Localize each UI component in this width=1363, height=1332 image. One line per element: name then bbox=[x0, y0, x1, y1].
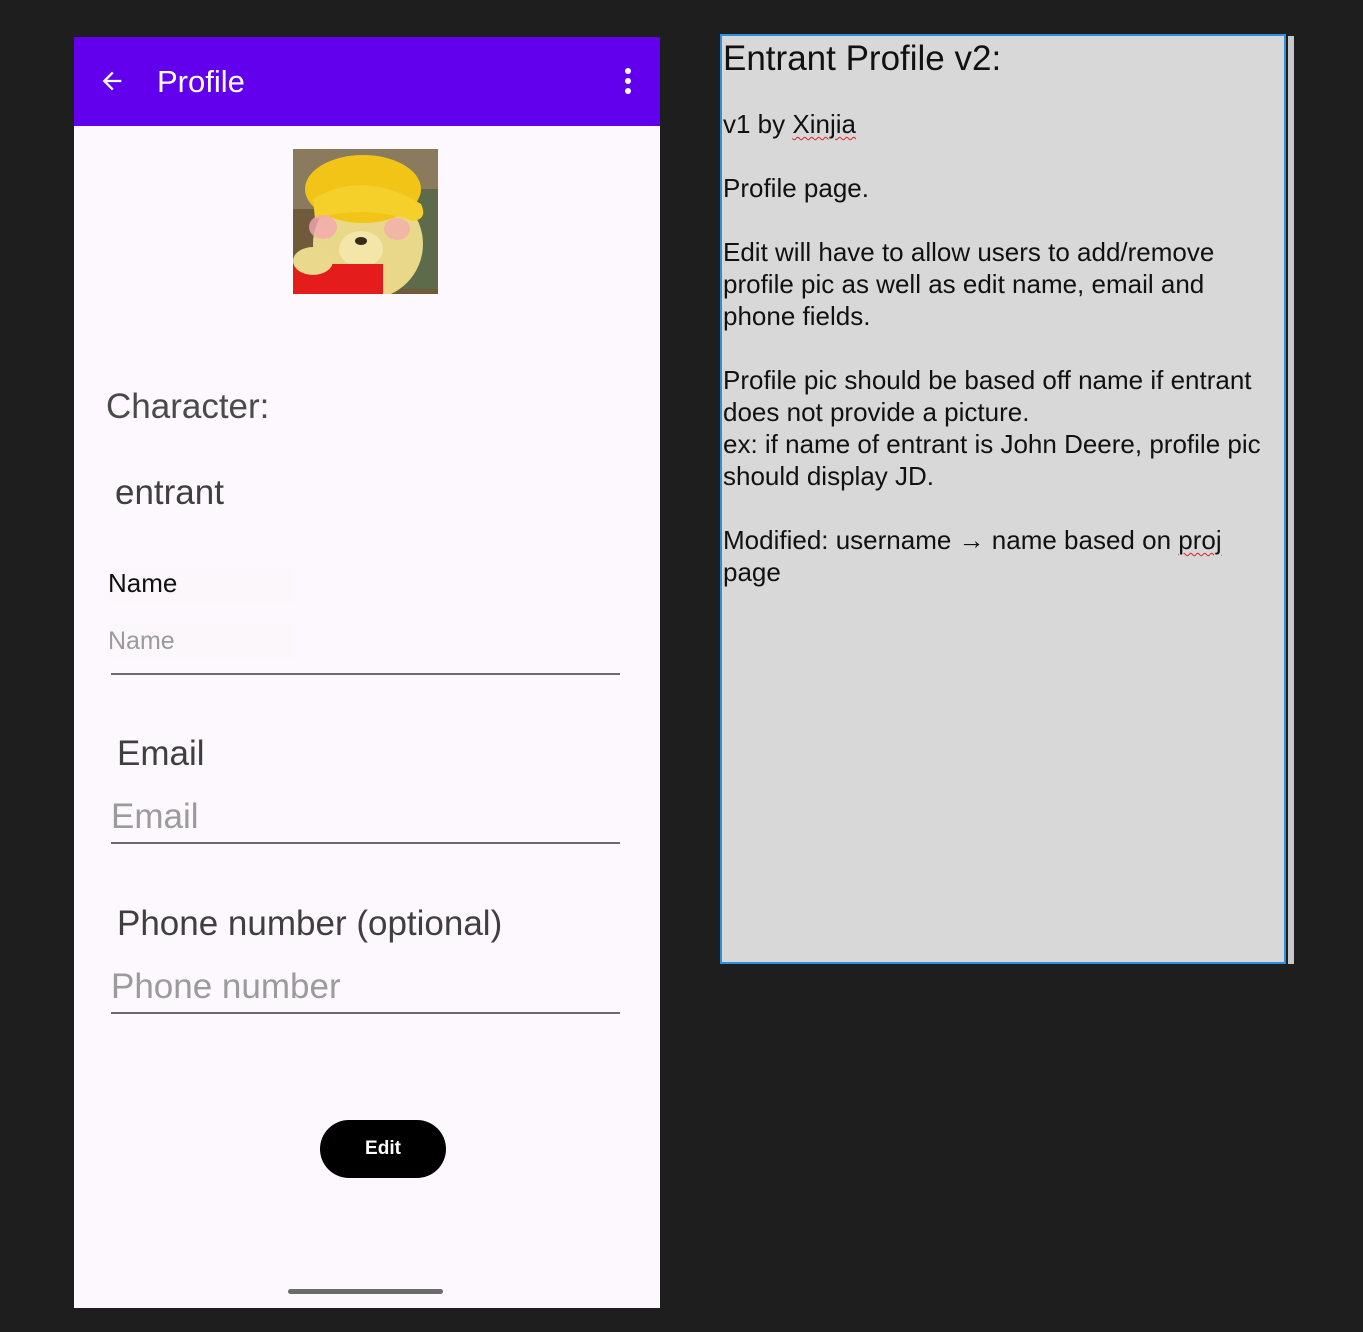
note-title: Entrant Profile v2: bbox=[723, 39, 1002, 78]
email-label: Email bbox=[117, 734, 205, 773]
character-label: Character: bbox=[106, 387, 270, 426]
profile-picture[interactable] bbox=[293, 149, 438, 294]
phone-screen: Profile Character: entrant Name Email Ph… bbox=[74, 37, 660, 1308]
note-modified-word: proj bbox=[1178, 525, 1222, 555]
email-underline bbox=[111, 842, 620, 844]
note-edit-requirement: Edit will have to allow users to add/rem… bbox=[723, 237, 1215, 331]
note-panel[interactable]: Entrant Profile v2: v1 by Xinjia Profile… bbox=[720, 34, 1286, 964]
name-input[interactable] bbox=[108, 623, 294, 659]
note-author: Xinjia bbox=[792, 109, 856, 139]
app-bar: Profile bbox=[74, 37, 660, 126]
note-profile-page: Profile page. bbox=[723, 173, 869, 203]
note-version-line: v1 by Xinjia bbox=[723, 108, 1283, 140]
back-arrow-icon[interactable] bbox=[98, 67, 126, 95]
note-modified-suffix: page bbox=[723, 557, 781, 587]
note-version-prefix: v1 by bbox=[723, 109, 793, 139]
note-modified-line: Modified: username → name based on proj … bbox=[723, 524, 1283, 588]
email-input[interactable] bbox=[111, 794, 616, 840]
note-edge bbox=[1288, 36, 1294, 964]
note-pic-example: ex: if name of entrant is John Deere, pr… bbox=[723, 429, 1261, 491]
note-pic-requirement: Profile pic should be based off name if … bbox=[723, 365, 1252, 427]
name-label: Name bbox=[108, 567, 294, 603]
more-vertical-icon[interactable] bbox=[618, 65, 638, 97]
edit-button[interactable]: Edit bbox=[320, 1120, 446, 1178]
home-indicator[interactable] bbox=[288, 1289, 443, 1294]
character-value: entrant bbox=[115, 473, 224, 512]
name-underline bbox=[111, 673, 620, 675]
note-modified-prefix: Modified: username → name based on bbox=[723, 525, 1179, 555]
phone-underline bbox=[111, 1012, 620, 1014]
page-title: Profile bbox=[157, 64, 245, 99]
phone-label: Phone number (optional) bbox=[117, 904, 503, 943]
phone-input[interactable] bbox=[111, 964, 616, 1010]
note-content: Entrant Profile v2: v1 by Xinjia Profile… bbox=[723, 38, 1283, 620]
